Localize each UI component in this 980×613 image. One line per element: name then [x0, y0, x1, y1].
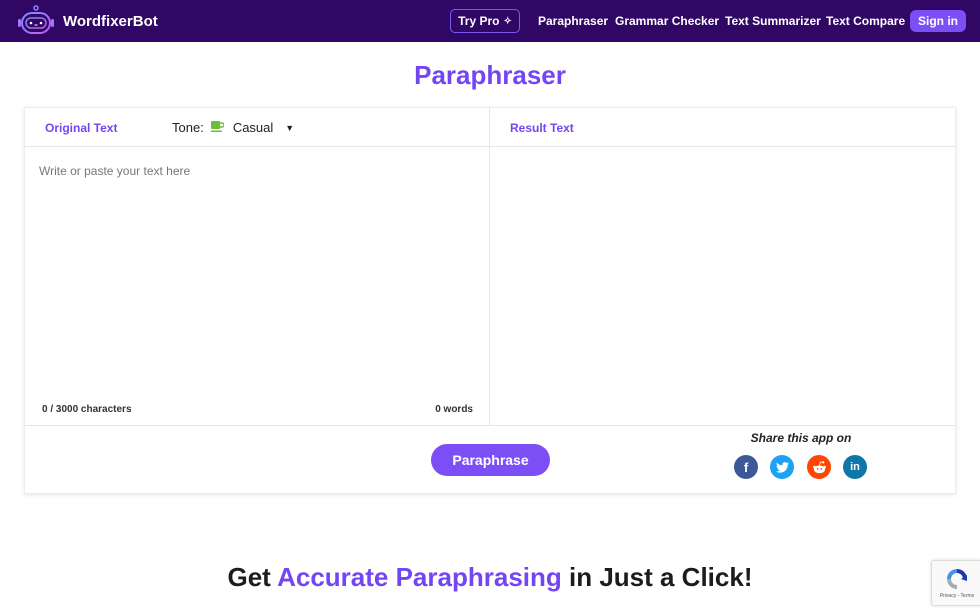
- recaptcha-badge[interactable]: Privacy - Terms: [931, 560, 980, 606]
- original-text-label: Original Text: [45, 121, 118, 135]
- share-linkedin-button[interactable]: in: [843, 455, 867, 479]
- original-pane-header: Original Text Tone: Casual ▼: [25, 108, 489, 147]
- try-pro-label: Try Pro: [458, 14, 500, 28]
- try-pro-button[interactable]: Try Pro ✧: [450, 9, 520, 33]
- top-navbar: WordfixerBot Try Pro ✧ Paraphraser Gramm…: [0, 0, 980, 42]
- share-facebook-button[interactable]: f: [734, 455, 758, 479]
- share-twitter-button[interactable]: [770, 455, 794, 479]
- brand-name: WordfixerBot: [63, 12, 158, 30]
- sign-in-button[interactable]: Sign in: [910, 10, 966, 32]
- caret-down-icon: ▼: [285, 122, 295, 133]
- linkedin-icon: in: [850, 461, 860, 473]
- share-reddit-button[interactable]: [807, 455, 831, 479]
- coffee-cup-icon: [210, 120, 225, 135]
- card-footer: Paraphrase Share this app on f in: [25, 425, 955, 495]
- nav-link-text-compare[interactable]: Text Compare: [826, 14, 905, 28]
- tone-selector[interactable]: Tone: Casual ▼: [172, 120, 294, 135]
- original-text-input[interactable]: [39, 164, 479, 394]
- hero-heading: Get Accurate Paraphrasing in Just a Clic…: [0, 562, 980, 593]
- page-title: Paraphraser: [414, 60, 566, 90]
- character-count: 0 / 3000 characters: [42, 404, 132, 415]
- result-pane-header: Result Text: [490, 108, 956, 147]
- facebook-icon: f: [743, 459, 749, 475]
- sparkle-icon: ✧: [503, 15, 512, 27]
- nav-link-paraphraser[interactable]: Paraphraser: [538, 14, 608, 28]
- word-count: 0 words: [435, 404, 473, 415]
- robot-icon: [18, 5, 54, 34]
- tone-label: Tone:: [172, 120, 204, 135]
- result-text-label: Result Text: [510, 121, 574, 135]
- paraphrase-button[interactable]: Paraphrase: [431, 444, 550, 476]
- share-label: Share this app on: [750, 431, 852, 445]
- hero-prefix: Get: [227, 562, 278, 592]
- paraphraser-card: Original Text Tone: Casual ▼ 0 / 3000 ch…: [24, 107, 956, 494]
- brand-logo[interactable]: WordfixerBot: [16, 5, 158, 37]
- result-text-output[interactable]: [490, 148, 956, 425]
- recaptcha-icon: [947, 569, 967, 589]
- reddit-icon: [812, 460, 826, 473]
- tone-value: Casual: [232, 120, 274, 135]
- result-text-pane: Result Text: [490, 108, 956, 425]
- nav-link-grammar-checker[interactable]: Grammar Checker: [615, 14, 719, 28]
- original-text-pane: Original Text Tone: Casual ▼ 0 / 3000 ch…: [25, 108, 490, 425]
- recaptcha-privacy-terms[interactable]: Privacy - Terms: [940, 593, 974, 599]
- hero-accent: Accurate Paraphrasing: [277, 562, 562, 592]
- nav-link-text-summarizer[interactable]: Text Summarizer: [725, 14, 821, 28]
- twitter-icon: [775, 461, 789, 473]
- hero-suffix: in Just a Click!: [561, 562, 753, 592]
